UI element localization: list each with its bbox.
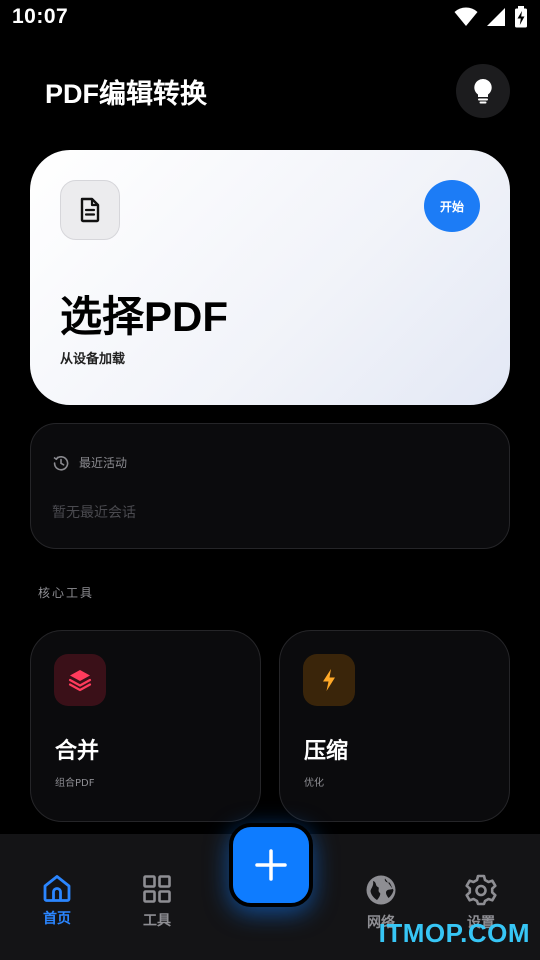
recent-label: 最近活动 <box>79 456 128 470</box>
document-icon <box>80 197 100 223</box>
lightbulb-icon <box>474 78 492 104</box>
nav-label-tools: 工具 <box>143 913 171 929</box>
document-icon-box <box>60 180 120 240</box>
status-icons <box>454 6 528 28</box>
home-icon <box>43 875 71 902</box>
nav-item-home[interactable]: 首页 <box>17 874 97 928</box>
wifi-icon <box>454 7 478 26</box>
compress-title: 压缩 <box>304 739 349 764</box>
watermark: ITMOP.COM <box>378 918 530 948</box>
compress-subtitle: 优化 <box>304 778 324 789</box>
nav-label-home: 首页 <box>43 911 71 927</box>
compress-icon-box <box>303 654 355 706</box>
gear-icon <box>465 874 497 906</box>
hero-title: 选择PDF <box>60 293 229 340</box>
lightning-icon <box>323 669 335 691</box>
battery-charging-icon <box>515 6 527 28</box>
plus-icon <box>255 849 287 881</box>
merge-subtitle: 组合PDF <box>55 778 95 789</box>
status-bar: 10:07 <box>0 0 540 36</box>
status-time: 10:07 <box>12 5 69 28</box>
compress-tool-card[interactable]: 压缩 优化 <box>279 630 510 822</box>
recent-header: 最近活动 <box>53 454 127 471</box>
merge-title: 合并 <box>55 739 100 764</box>
app-title: PDF编辑转换 <box>45 79 207 109</box>
recent-activity-card: 最近活动 暂无最近会话 <box>30 423 510 549</box>
signal-icon <box>487 8 505 26</box>
select-pdf-card[interactable]: 开始 选择PDF 从设备加载 <box>30 150 510 405</box>
add-fab-button[interactable] <box>229 823 313 907</box>
merge-icon-box <box>54 654 106 706</box>
globe-icon <box>366 875 396 905</box>
recent-empty-text: 暂无最近会话 <box>52 505 136 521</box>
tip-button[interactable] <box>456 64 510 118</box>
merge-tool-card[interactable]: 合并 组合PDF <box>30 630 261 822</box>
hero-subtitle: 从设备加载 <box>60 352 126 367</box>
grid-icon <box>143 875 171 903</box>
layers-icon <box>68 670 92 692</box>
history-icon <box>53 455 69 471</box>
nav-item-tools[interactable]: 工具 <box>117 874 197 930</box>
core-tools-label: 核心工具 <box>38 586 95 600</box>
start-button[interactable]: 开始 <box>424 180 480 232</box>
